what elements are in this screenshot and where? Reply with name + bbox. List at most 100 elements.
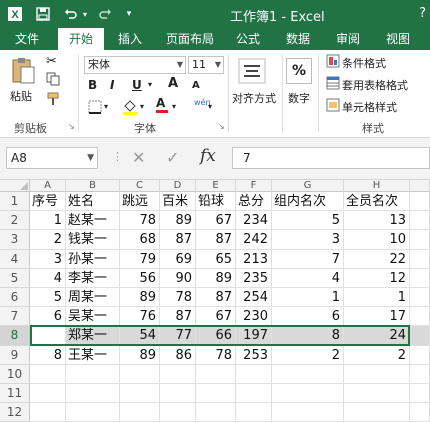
font-launcher-icon[interactable]: ↘ bbox=[218, 122, 225, 131]
cell-c1[interactable]: 跳远 bbox=[120, 192, 160, 212]
name-box[interactable]: A8 ▼ bbox=[6, 147, 98, 169]
row-header[interactable]: 1 bbox=[0, 192, 30, 212]
font-color-icon[interactable]: A bbox=[156, 97, 168, 113]
cell-i3[interactable] bbox=[410, 230, 430, 250]
clipboard-launcher-icon[interactable]: ↘ bbox=[68, 122, 75, 131]
cell-a10[interactable] bbox=[30, 364, 66, 384]
cell-b1[interactable]: 姓名 bbox=[66, 192, 120, 212]
cell-f1[interactable]: 总分 bbox=[236, 192, 272, 212]
row-header[interactable]: 12 bbox=[0, 403, 30, 422]
percent-icon[interactable]: % bbox=[286, 58, 312, 84]
column-header-e[interactable]: E bbox=[196, 180, 236, 192]
cell-b5[interactable]: 李某一 bbox=[66, 268, 120, 288]
cell-i12[interactable] bbox=[410, 403, 430, 422]
cell-h3[interactable]: 10 bbox=[344, 230, 410, 250]
cell-h10[interactable] bbox=[344, 364, 410, 384]
cell-g1[interactable]: 组内名次 bbox=[272, 192, 344, 212]
cell-b6[interactable]: 周某一 bbox=[66, 288, 120, 308]
row-header[interactable]: 4 bbox=[0, 249, 30, 269]
cell-h12[interactable] bbox=[344, 403, 410, 422]
cell-f7[interactable]: 230 bbox=[236, 307, 272, 327]
save-icon[interactable] bbox=[32, 0, 54, 28]
cell-i7[interactable] bbox=[410, 307, 430, 327]
formula-input[interactable]: 7 bbox=[232, 147, 430, 169]
cell-a6[interactable]: 5 bbox=[30, 288, 66, 308]
fill-color-dropdown-icon[interactable]: ▾ bbox=[140, 102, 144, 111]
italic-button[interactable]: I bbox=[110, 78, 114, 92]
underline-button[interactable]: U bbox=[132, 78, 142, 92]
cell-c4[interactable]: 79 bbox=[120, 249, 160, 269]
cell-h5[interactable]: 12 bbox=[344, 268, 410, 288]
cell-d11[interactable] bbox=[160, 384, 196, 404]
cell-e10[interactable] bbox=[196, 364, 236, 384]
cell-i10[interactable] bbox=[410, 364, 430, 384]
cell-a4[interactable]: 3 bbox=[30, 249, 66, 269]
cell-d2[interactable]: 89 bbox=[160, 211, 196, 231]
help-button[interactable]: ? bbox=[419, 6, 426, 21]
cell-f9[interactable]: 253 bbox=[236, 345, 272, 365]
undo-dropdown-icon[interactable]: ▾ bbox=[80, 0, 90, 28]
format-painter-icon[interactable] bbox=[46, 92, 60, 109]
underline-dropdown-icon[interactable]: ▾ bbox=[148, 80, 152, 89]
border-icon[interactable] bbox=[88, 100, 102, 117]
tab-page-layout[interactable]: 页面布局 bbox=[160, 28, 220, 50]
enter-icon[interactable]: ✓ bbox=[166, 148, 179, 167]
column-header-c[interactable]: C bbox=[120, 180, 160, 192]
cell-g10[interactable] bbox=[272, 364, 344, 384]
cell-f10[interactable] bbox=[236, 364, 272, 384]
cell-c9[interactable]: 89 bbox=[120, 345, 160, 365]
column-header-d[interactable]: D bbox=[160, 180, 196, 192]
customize-qat-icon[interactable]: ▾ bbox=[118, 0, 140, 28]
row-header[interactable]: 9 bbox=[0, 345, 30, 365]
row-header[interactable]: 6 bbox=[0, 288, 30, 308]
font-name-combo[interactable]: 宋体 ▼ bbox=[84, 56, 186, 74]
tab-view[interactable]: 视图 bbox=[378, 28, 418, 50]
cut-icon[interactable]: ✂ bbox=[46, 54, 57, 69]
cell-d4[interactable]: 69 bbox=[160, 249, 196, 269]
cell-g7[interactable]: 6 bbox=[272, 307, 344, 327]
paste-button[interactable]: 粘贴 bbox=[10, 88, 32, 104]
row-header[interactable]: 3 bbox=[0, 230, 30, 250]
cell-a2[interactable]: 1 bbox=[30, 211, 66, 231]
cell-i11[interactable] bbox=[410, 384, 430, 404]
cell-e9[interactable]: 78 bbox=[196, 345, 236, 365]
cell-b9[interactable]: 王某一 bbox=[66, 345, 120, 365]
grow-font-button[interactable]: A bbox=[168, 76, 178, 91]
phonetic-dropdown-icon[interactable]: ▾ bbox=[208, 102, 212, 111]
cell-b3[interactable]: 钱某一 bbox=[66, 230, 120, 250]
cell-i6[interactable] bbox=[410, 288, 430, 308]
row-header[interactable]: 8 bbox=[0, 326, 30, 346]
tab-home[interactable]: 开始 bbox=[58, 28, 104, 50]
cell-e6[interactable]: 87 bbox=[196, 288, 236, 308]
conditional-format-button[interactable]: 条件格式 bbox=[342, 55, 386, 71]
cell-e5[interactable]: 89 bbox=[196, 268, 236, 288]
format-as-table-button[interactable]: 套用表格格式 bbox=[342, 77, 408, 93]
cell-f6[interactable]: 254 bbox=[236, 288, 272, 308]
cell-a3[interactable]: 2 bbox=[30, 230, 66, 250]
paste-icon[interactable] bbox=[10, 56, 36, 89]
alignment-icon[interactable] bbox=[238, 58, 266, 87]
cell-f5[interactable]: 235 bbox=[236, 268, 272, 288]
cell-c12[interactable] bbox=[120, 403, 160, 422]
redo-icon[interactable] bbox=[94, 0, 116, 28]
cell-f4[interactable]: 213 bbox=[236, 249, 272, 269]
column-header-f[interactable]: F bbox=[236, 180, 272, 192]
row-header[interactable]: 5 bbox=[0, 268, 30, 288]
bold-button[interactable]: B bbox=[88, 78, 97, 92]
cell-a9[interactable]: 8 bbox=[30, 345, 66, 365]
cell-e4[interactable]: 65 bbox=[196, 249, 236, 269]
cell-e1[interactable]: 铅球 bbox=[196, 192, 236, 212]
cell-b4[interactable]: 孙某一 bbox=[66, 249, 120, 269]
font-color-dropdown-icon[interactable]: ▾ bbox=[172, 102, 176, 111]
cell-c11[interactable] bbox=[120, 384, 160, 404]
cell-g11[interactable] bbox=[272, 384, 344, 404]
tab-file[interactable]: 文件 bbox=[0, 28, 54, 50]
cell-f3[interactable]: 242 bbox=[236, 230, 272, 250]
border-dropdown-icon[interactable]: ▾ bbox=[104, 102, 108, 111]
cell-b10[interactable] bbox=[66, 364, 120, 384]
cell-g2[interactable]: 5 bbox=[272, 211, 344, 231]
number-button[interactable]: 数字 bbox=[288, 90, 310, 106]
cell-c2[interactable]: 78 bbox=[120, 211, 160, 231]
cell-a1[interactable]: 序号 bbox=[30, 192, 66, 212]
insert-function-button[interactable]: fx bbox=[200, 146, 216, 166]
